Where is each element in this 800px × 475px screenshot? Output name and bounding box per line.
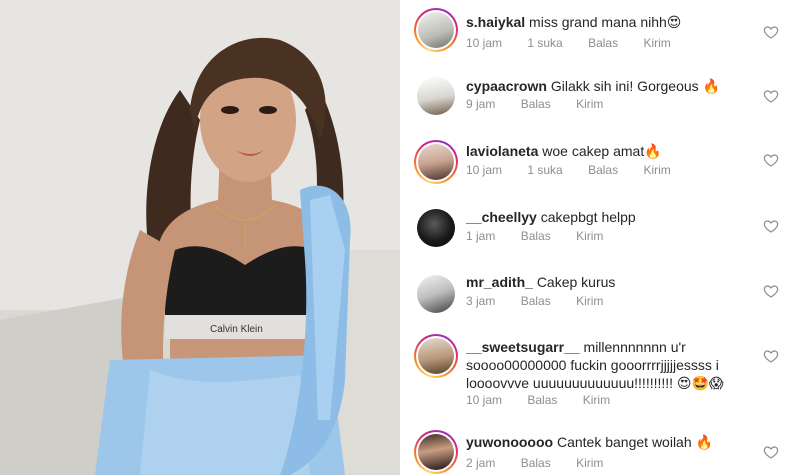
heart-outline-icon[interactable]	[763, 218, 779, 234]
comment-username[interactable]: __cheellyy	[466, 209, 537, 225]
send-button[interactable]: Kirim	[643, 163, 670, 177]
heart-outline-icon[interactable]	[763, 88, 779, 104]
reply-button[interactable]: Balas	[588, 36, 618, 50]
comment-item: cypaacrown Gilakk sih ini! Gorgeous 🔥 9 …	[400, 70, 800, 136]
heart-outline-icon[interactable]	[763, 348, 779, 364]
comment-username[interactable]: __sweetsugarr__	[466, 339, 580, 355]
comment-meta: 10 jam 1 suka Balas Kirim	[466, 163, 693, 177]
comment-username[interactable]: mr_adith_	[466, 274, 533, 290]
comment-body: Cakep kurus	[536, 274, 616, 290]
comment-likes[interactable]: 1 suka	[527, 163, 562, 177]
send-button[interactable]: Kirim	[583, 393, 610, 407]
heart-outline-icon[interactable]	[763, 283, 779, 299]
post-photo: Calvin Klein	[0, 0, 400, 475]
comment-likes[interactable]: 1 suka	[527, 36, 562, 50]
send-button[interactable]: Kirim	[576, 294, 603, 308]
reply-button[interactable]: Balas	[527, 393, 557, 407]
avatar[interactable]	[414, 206, 458, 250]
comment-meta: 1 jam Balas Kirim	[466, 229, 625, 243]
reply-button[interactable]: Balas	[588, 163, 618, 177]
avatar[interactable]	[414, 74, 458, 118]
comment-username[interactable]: cypaacrown	[466, 78, 547, 94]
comment-username[interactable]: yuwonooooo	[466, 434, 553, 450]
comment-meta: 2 jam Balas Kirim	[466, 456, 625, 470]
comment-body: Gilakk sih ini! Gorgeous 🔥	[550, 78, 720, 94]
comment-username[interactable]: s.haiykal	[466, 14, 525, 30]
avatar[interactable]	[414, 272, 458, 316]
comment-meta: 10 jam Balas Kirim	[466, 393, 632, 407]
comment-item: __cheellyy cakepbgt helpp 1 jam Balas Ki…	[400, 202, 800, 268]
comment-username[interactable]: laviolaneta	[466, 143, 538, 159]
send-button[interactable]: Kirim	[576, 97, 603, 111]
reply-button[interactable]: Balas	[521, 456, 551, 470]
photo-illustration: Calvin Klein	[0, 0, 400, 475]
avatar[interactable]	[414, 334, 458, 378]
comment-text: __sweetsugarr__ millennnnnnn u'r soooo00…	[466, 338, 766, 392]
comment-time: 3 jam	[466, 294, 496, 308]
comment-time: 10 jam	[466, 393, 503, 407]
comment-item: laviolaneta woe cakep amat🔥 10 jam 1 suk…	[400, 136, 800, 202]
heart-outline-icon[interactable]	[763, 152, 779, 168]
svg-text:Calvin Klein: Calvin Klein	[210, 324, 263, 335]
comment-text: __cheellyy cakepbgt helpp	[466, 208, 766, 226]
avatar[interactable]	[414, 140, 458, 184]
reply-button[interactable]: Balas	[521, 97, 551, 111]
comment-body: Cantek banget woilah 🔥	[556, 434, 713, 450]
comment-meta: 9 jam Balas Kirim	[466, 97, 625, 111]
send-button[interactable]: Kirim	[576, 229, 603, 243]
comment-item: __sweetsugarr__ millennnnnnn u'r soooo00…	[400, 334, 800, 414]
comment-item: s.haiykal miss grand mana nihh😍 10 jam 1…	[400, 4, 800, 70]
comment-text: mr_adith_ Cakep kurus	[466, 273, 766, 291]
comments-panel: s.haiykal miss grand mana nihh😍 10 jam 1…	[400, 0, 800, 475]
comment-text: laviolaneta woe cakep amat🔥	[466, 142, 766, 160]
heart-outline-icon[interactable]	[763, 24, 779, 40]
comment-time: 2 jam	[466, 456, 496, 470]
comment-time: 10 jam	[466, 163, 503, 177]
comment-body: miss grand mana nihh😍	[529, 14, 682, 30]
reply-button[interactable]: Balas	[521, 294, 551, 308]
comment-time: 1 jam	[466, 229, 496, 243]
comment-text: yuwonooooo Cantek banget woilah 🔥	[466, 433, 766, 451]
avatar[interactable]	[414, 8, 458, 52]
comment-body: cakepbgt helpp	[540, 209, 636, 225]
send-button[interactable]: Kirim	[643, 36, 670, 50]
comment-text: s.haiykal miss grand mana nihh😍	[466, 13, 766, 31]
comment-time: 9 jam	[466, 97, 496, 111]
comment-item: mr_adith_ Cakep kurus 3 jam Balas Kirim	[400, 268, 800, 334]
comment-item: yuwonooooo Cantek banget woilah 🔥 2 jam …	[400, 428, 800, 475]
comment-meta: 3 jam Balas Kirim	[466, 294, 625, 308]
heart-outline-icon[interactable]	[763, 444, 779, 460]
comment-text: cypaacrown Gilakk sih ini! Gorgeous 🔥	[466, 77, 766, 95]
send-button[interactable]: Kirim	[576, 456, 603, 470]
comment-body: woe cakep amat🔥	[542, 143, 662, 159]
comment-meta: 10 jam 1 suka Balas Kirim	[466, 36, 693, 50]
reply-button[interactable]: Balas	[521, 229, 551, 243]
avatar[interactable]	[414, 430, 458, 474]
comment-time: 10 jam	[466, 36, 503, 50]
